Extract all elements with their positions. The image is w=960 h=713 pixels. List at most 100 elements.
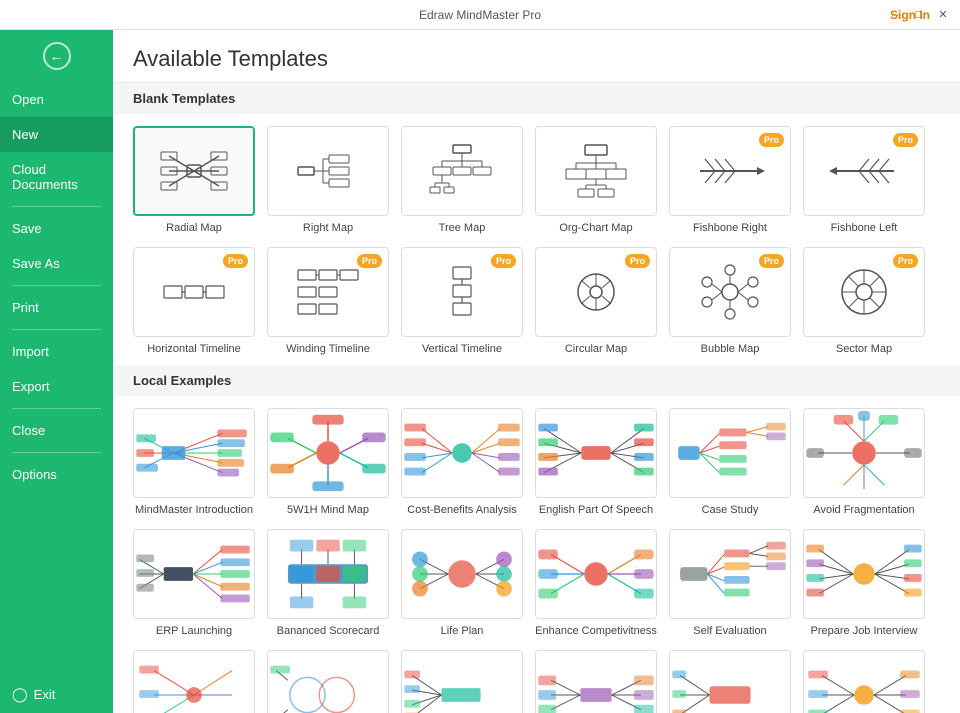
template-w-timeline-thumb[interactable]: Pro [267, 247, 389, 337]
example-prepare-job-label: Prepare Job Interview [811, 624, 918, 638]
template-bubble-map-label: Bubble Map [701, 342, 760, 356]
example-english-parts-thumb[interactable] [535, 408, 657, 498]
template-circular-map-thumb[interactable]: Pro [535, 247, 657, 337]
sidebar-item-open[interactable]: Open [0, 82, 113, 117]
example-enhance[interactable]: Enhance Competivitness [535, 529, 657, 638]
example-life-plan-thumb[interactable] [401, 529, 523, 619]
template-radial-map[interactable]: Radial Map [133, 126, 255, 235]
pro-badge-bubble: Pro [759, 254, 784, 268]
sidebar-item-export[interactable]: Export [0, 369, 113, 404]
template-v-timeline[interactable]: Pro Vertical Timeline [401, 247, 523, 356]
example-row3-5[interactable] [669, 650, 791, 713]
template-fishbone-right[interactable]: Pro Fishbone Right [669, 126, 791, 235]
example-english-parts[interactable]: English Part Of Speech [535, 408, 657, 517]
template-bubble-map-thumb[interactable]: Pro [669, 247, 791, 337]
example-self-eval-label: Self Evaluation [693, 624, 766, 638]
example-row3-1-thumb[interactable] [133, 650, 255, 713]
sidebar: ← Open New Cloud Documents Save Save As … [0, 30, 113, 713]
sidebar-item-cloud[interactable]: Cloud Documents [0, 152, 113, 202]
example-avoid-frag[interactable]: Avoid Fragmentation [803, 408, 925, 517]
example-cost-benefits[interactable]: Cost-Benefits Analysis [401, 408, 523, 517]
sidebar-divider-5 [12, 452, 101, 453]
example-row3-3[interactable] [401, 650, 523, 713]
template-right-map-thumb[interactable] [267, 126, 389, 216]
content-scroll[interactable]: Blank Templates [113, 83, 960, 713]
app-title: Edraw MindMaster Pro [419, 8, 541, 22]
sidebar-item-new[interactable]: New [0, 117, 113, 152]
sidebar-item-print[interactable]: Print [0, 290, 113, 325]
example-row3-1[interactable] [133, 650, 255, 713]
template-w-timeline[interactable]: Pro Winding Timeli [267, 247, 389, 356]
exit-button[interactable]: ◯ Exit [0, 676, 113, 713]
template-fishbone-right-thumb[interactable]: Pro [669, 126, 791, 216]
example-erp-label: ERP Launching [156, 624, 232, 638]
example-self-eval[interactable]: Self Evaluation [669, 529, 791, 638]
example-enhance-label: Enhance Competivitness [535, 624, 657, 638]
example-row3-4-thumb[interactable] [535, 650, 657, 713]
example-row3-6-thumb[interactable] [803, 650, 925, 713]
example-cost-benefits-label: Cost-Benefits Analysis [407, 503, 516, 517]
pro-badge-circular: Pro [625, 254, 650, 268]
example-row3-2[interactable] [267, 650, 389, 713]
example-5w1h-label: 5W1H Mind Map [287, 503, 369, 517]
template-orgchart-map[interactable]: Org-Chart Map [535, 126, 657, 235]
sidebar-item-options[interactable]: Options [0, 457, 113, 492]
example-row3-2-thumb[interactable] [267, 650, 389, 713]
template-v-timeline-thumb[interactable]: Pro [401, 247, 523, 337]
example-prepare-job[interactable]: Prepare Job Interview [803, 529, 925, 638]
template-h-timeline[interactable]: Pro Horizontal Timeline [133, 247, 255, 356]
example-life-plan[interactable]: Life Plan [401, 529, 523, 638]
template-radial-map-thumb[interactable] [133, 126, 255, 216]
example-prepare-job-thumb[interactable] [803, 529, 925, 619]
template-tree-map-label: Tree Map [439, 221, 486, 235]
sidebar-item-saveas[interactable]: Save As [0, 246, 113, 281]
example-row3-6[interactable] [803, 650, 925, 713]
template-circular-map[interactable]: Pro Circular Map [535, 247, 657, 356]
example-mindmaster-intro-thumb[interactable] [133, 408, 255, 498]
example-balanced[interactable]: Bananced Scorecard [267, 529, 389, 638]
template-sector-map-label: Sector Map [836, 342, 892, 356]
template-tree-map[interactable]: Tree Map [401, 126, 523, 235]
example-row3-3-thumb[interactable] [401, 650, 523, 713]
example-erp[interactable]: ERP Launching [133, 529, 255, 638]
example-avoid-frag-thumb[interactable] [803, 408, 925, 498]
example-erp-thumb[interactable] [133, 529, 255, 619]
template-fishbone-left-thumb[interactable]: Pro [803, 126, 925, 216]
local-examples-section-title: Local Examples [113, 365, 960, 396]
example-life-plan-label: Life Plan [441, 624, 484, 638]
template-h-timeline-thumb[interactable]: Pro [133, 247, 255, 337]
pro-badge-v-timeline: Pro [491, 254, 516, 268]
example-cost-benefits-thumb[interactable] [401, 408, 523, 498]
example-row3-4[interactable] [535, 650, 657, 713]
example-balanced-label: Bananced Scorecard [277, 624, 380, 638]
example-avoid-frag-label: Avoid Fragmentation [813, 503, 914, 517]
content-header: Available Templates [113, 30, 960, 83]
example-self-eval-thumb[interactable] [669, 529, 791, 619]
template-tree-map-thumb[interactable] [401, 126, 523, 216]
template-sector-map-thumb[interactable]: Pro [803, 247, 925, 337]
example-enhance-thumb[interactable] [535, 529, 657, 619]
sign-in-button[interactable]: Sign In [890, 8, 930, 22]
sidebar-item-save[interactable]: Save [0, 211, 113, 246]
back-button[interactable]: ← [0, 30, 113, 82]
template-sector-map[interactable]: Pro [803, 247, 925, 356]
local-examples-grid: MindMaster Introduction [133, 408, 940, 713]
template-right-map[interactable]: Right Map [267, 126, 389, 235]
example-case-study-thumb[interactable] [669, 408, 791, 498]
template-bubble-map[interactable]: Pro [669, 247, 791, 356]
pro-badge-w-timeline: Pro [357, 254, 382, 268]
example-row3-5-thumb[interactable] [669, 650, 791, 713]
example-balanced-thumb[interactable] [267, 529, 389, 619]
template-fishbone-left[interactable]: Pro Fishbone Left [803, 126, 925, 235]
sidebar-item-close[interactable]: Close [0, 413, 113, 448]
template-orgchart-map-label: Org-Chart Map [559, 221, 632, 235]
example-5w1h-thumb[interactable] [267, 408, 389, 498]
blank-templates-section-title: Blank Templates [113, 83, 960, 114]
sidebar-item-import[interactable]: Import [0, 334, 113, 369]
close-button[interactable]: ✕ [934, 6, 952, 24]
content-area: Available Templates Blank Templates [113, 30, 960, 713]
example-mindmaster-intro[interactable]: MindMaster Introduction [133, 408, 255, 517]
template-orgchart-map-thumb[interactable] [535, 126, 657, 216]
example-5w1h[interactable]: 5W1H Mind Map [267, 408, 389, 517]
example-case-study[interactable]: Case Study [669, 408, 791, 517]
